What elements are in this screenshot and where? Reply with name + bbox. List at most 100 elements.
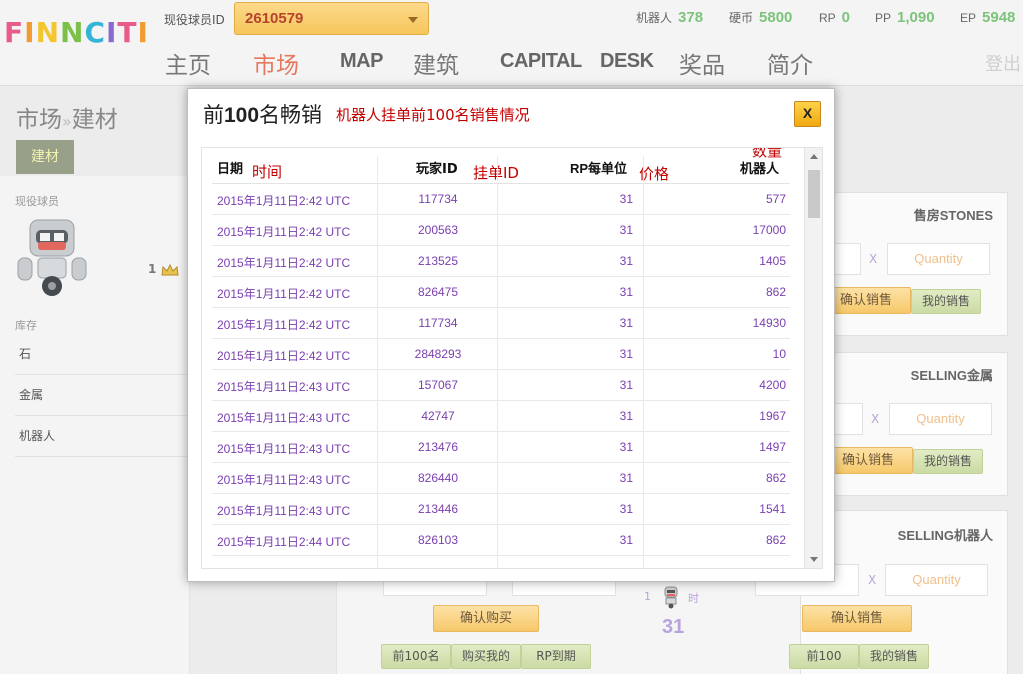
column-divider [377, 463, 378, 494]
cell-player-id: 42747 [421, 409, 455, 423]
cell-player-id: 2848293 [414, 347, 462, 361]
nav-profile[interactable]: 简介 [767, 46, 813, 80]
cell-robots: 17000 [752, 223, 786, 237]
quantity-input[interactable]: Quantity [889, 403, 992, 435]
header-divider [643, 156, 644, 182]
title-annotation: 机器人挂单前100名销售情况 [336, 106, 530, 124]
table-row: 2015年1月11日2:42 UTC 117734 31 577 [212, 184, 790, 215]
nav-map[interactable]: MAP [340, 50, 383, 73]
logout-link[interactable]: 登出 [985, 50, 1021, 76]
column-divider [377, 184, 378, 215]
player-id-select[interactable]: 2610579 [234, 2, 429, 35]
cell-rp: 31 [619, 502, 633, 516]
stat-coins: 硬币 5800 [729, 9, 793, 26]
finnciti-logo[interactable]: FINNCITI [4, 16, 149, 49]
scroll-thumb[interactable] [808, 170, 820, 218]
top100-button[interactable]: 前100名 [381, 644, 451, 669]
quantity-input[interactable]: Quantity [887, 243, 990, 275]
cell-robots: 862 [765, 285, 786, 299]
scroll-down-icon[interactable] [810, 557, 818, 562]
table-row: 2015年1月11日2:42 UTC 2848293 31 10 [212, 339, 790, 370]
table-row: 2015年1月11日2:43 UTC 826440 31 862 [212, 463, 790, 494]
robot-price: 31 [662, 616, 685, 638]
column-divider [497, 339, 498, 370]
column-divider [377, 308, 378, 339]
close-button[interactable]: X [794, 101, 821, 127]
annotation-qty: 数量 [752, 147, 783, 160]
column-divider [643, 432, 644, 463]
cell-rp: 31 [619, 254, 633, 268]
chevron-down-icon [408, 17, 418, 23]
breadcrumb-separator: » [62, 112, 72, 131]
column-divider [497, 432, 498, 463]
my-sales-button[interactable]: 我的销售 [913, 449, 983, 474]
confirm-sell-button[interactable]: 确认销售 [802, 605, 912, 632]
cell-robots: 1967 [759, 409, 786, 423]
cell-robots: 862 [765, 471, 786, 485]
col-header-date: 日期 [217, 162, 244, 177]
scrollbar[interactable] [804, 148, 822, 568]
stat-ep: EP 5948 [960, 9, 1016, 26]
multiply-icon: X [868, 573, 877, 587]
column-divider [643, 370, 644, 401]
inventory-title: 库存 [15, 319, 37, 332]
per-label: 时 [688, 592, 699, 605]
my-sales-button[interactable]: 我的销售 [859, 644, 929, 669]
column-divider [643, 525, 644, 556]
cell-date: 2015年1月11日2:42 UTC [217, 318, 351, 332]
breadcrumb: 市场»建材 [16, 100, 118, 134]
column-divider [497, 308, 498, 339]
buy-mine-button[interactable]: 购买我的 [451, 644, 521, 669]
column-divider [377, 246, 378, 277]
tab-materials[interactable]: 建材 [16, 140, 74, 174]
modal-title: 前100名畅销 [203, 103, 323, 127]
cell-rp: 31 [619, 440, 633, 454]
nav-capital[interactable]: CAPITAL [500, 50, 582, 73]
crown-count: 1 [148, 262, 179, 276]
column-divider [643, 463, 644, 494]
quantity-input[interactable]: Quantity [885, 564, 988, 596]
confirm-buy-button[interactable]: 确认购买 [433, 605, 539, 632]
scroll-up-icon[interactable] [810, 154, 818, 159]
player-id-label: 现役球员ID [164, 13, 225, 27]
top100-button[interactable]: 前100 [789, 644, 859, 669]
cell-player-id: 117734 [418, 192, 458, 206]
robot-avatar-icon [17, 219, 87, 296]
table-row [212, 556, 790, 568]
column-divider [497, 556, 498, 568]
cell-date: 2015年1月11日2:42 UTC [217, 349, 351, 363]
my-sales-button[interactable]: 我的销售 [911, 289, 981, 314]
rp-expire-button[interactable]: RP到期 [521, 644, 591, 669]
cell-date: 2015年1月11日2:42 UTC [217, 287, 351, 301]
cell-date: 2015年1月11日2:43 UTC [217, 411, 351, 425]
column-divider [497, 525, 498, 556]
confirm-sell-button[interactable]: 确认销售 [823, 447, 913, 474]
nav-buildings[interactable]: 建筑 [413, 46, 459, 80]
column-divider [497, 215, 498, 246]
column-divider [497, 494, 498, 525]
column-divider [643, 277, 644, 308]
table-row: 2015年1月11日2:43 UTC 157067 31 4200 [212, 370, 790, 401]
column-divider [377, 494, 378, 525]
column-divider [643, 556, 644, 568]
column-divider [643, 308, 644, 339]
column-divider [497, 370, 498, 401]
nav-home[interactable]: 主页 [165, 46, 211, 80]
nav-market[interactable]: 市场 [253, 46, 299, 80]
inventory-item-robots[interactable]: 机器人 [15, 416, 190, 457]
inventory-item-stone[interactable]: 石 [15, 334, 190, 375]
cell-player-id: 213476 [417, 440, 459, 454]
cell-robots: 4200 [759, 378, 786, 392]
inventory-item-metal[interactable]: 金属 [15, 375, 190, 416]
cell-player-id: 200563 [417, 223, 459, 237]
cell-date: 2015年1月11日2:43 UTC [217, 504, 351, 518]
nav-prizes[interactable]: 奖品 [679, 46, 725, 80]
annotation-id: 挂单ID [473, 164, 519, 182]
cell-player-id: 157067 [417, 378, 459, 392]
column-divider [377, 370, 378, 401]
robot-count-label: 1 [644, 590, 651, 603]
table-row: 2015年1月11日2:42 UTC 200563 31 17000 [212, 215, 790, 246]
breadcrumb-market[interactable]: 市场 [16, 107, 62, 133]
column-divider [497, 246, 498, 277]
nav-desk[interactable]: DESK [600, 50, 654, 73]
